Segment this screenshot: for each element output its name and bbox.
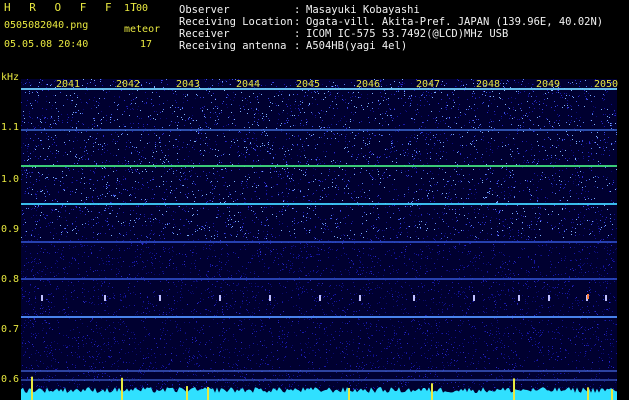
station-label: Receiver [179, 28, 230, 40]
time-tick-label: 2045 [296, 79, 321, 90]
station-label: Observer [179, 4, 230, 16]
time-tick-label: 2049 [536, 79, 561, 90]
time-tick-label: 2042 [116, 79, 141, 90]
station-label: Receiving Location [179, 16, 293, 28]
station-row-observer: Observer: Masayuki Kobayashi [179, 4, 603, 16]
station-separator: : [294, 4, 301, 16]
meteor-label: meteor [124, 24, 161, 35]
station-value: A504HB(yagi 4el) [306, 40, 408, 52]
station-value: Ogata-vill. Akita-Pref. JAPAN (139.96E, … [306, 16, 604, 28]
station-info: Observer: Masayuki Kobayashi Receiving Lo… [179, 4, 603, 52]
time-tick-label: 2046 [356, 79, 381, 90]
freq-tick-label: 0.7 [1, 324, 20, 335]
freq-tick-label: 0.9 [1, 224, 20, 235]
spectrogram [21, 79, 617, 400]
station-separator: : [294, 28, 301, 40]
station-separator: : [294, 16, 301, 28]
freq-axis: 1.1 1.0 0.9 0.8 0.7 0.6 [0, 70, 21, 400]
time-tick-label: 2050 [594, 79, 619, 90]
station-row-location: Receiving Location: Ogata-vill. Akita-Pre… [179, 16, 603, 28]
freq-tick-label: 0.8 [1, 274, 20, 285]
station-label: Receiving antenna [179, 40, 287, 52]
meteor-count: 17 [140, 39, 153, 50]
station-value: Masayuki Kobayashi [306, 4, 420, 16]
time-tick-label: 2041 [56, 79, 81, 90]
header-panel: H R O F F T 1.00 0505082040.png meteor 0… [0, 0, 629, 76]
time-tick-label: 2047 [416, 79, 441, 90]
file-datetime: 05.05.08 20:40 [4, 39, 89, 50]
station-separator: : [294, 40, 301, 52]
time-tick-label: 2043 [176, 79, 201, 90]
freq-tick-label: 1.1 [1, 122, 20, 133]
station-row-receiver: Receiver: ICOM IC-575 53.7492(@LCD)MHz US… [179, 28, 603, 40]
app-version: 1.00 [124, 3, 149, 14]
freq-tick-label: 1.0 [1, 174, 20, 185]
time-tick-label: 2048 [476, 79, 501, 90]
freq-tick-label: 0.6 [1, 374, 20, 385]
file-name: 0505082040.png [4, 20, 89, 31]
app-name: H R O F F T [4, 1, 143, 14]
station-value: ICOM IC-575 53.7492(@LCD)MHz USB [306, 28, 509, 40]
station-row-antenna: Receiving antenna: A504HB(yagi 4el) [179, 40, 603, 52]
time-tick-label: 2044 [236, 79, 261, 90]
